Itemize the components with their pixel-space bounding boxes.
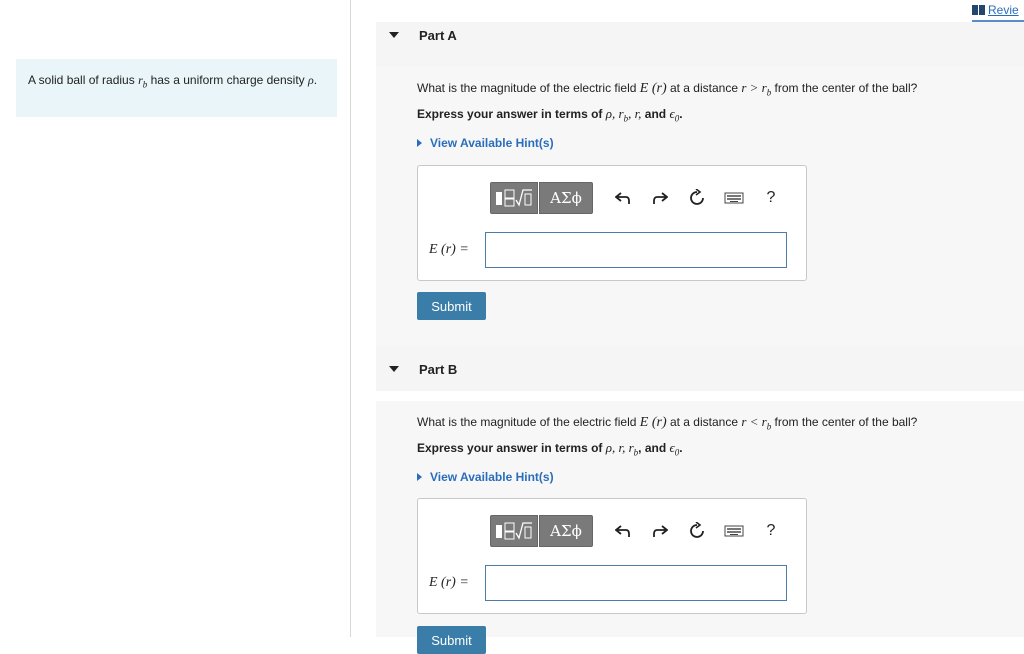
redo-icon[interactable] xyxy=(648,186,672,210)
redo-icon[interactable] xyxy=(648,519,672,543)
templates-icon xyxy=(496,189,532,207)
part-a-collapse-icon[interactable] xyxy=(389,32,399,38)
help-icon[interactable]: ? xyxy=(759,519,783,543)
part-a-question: What is the magnitude of the electric fi… xyxy=(417,80,918,98)
reset-icon[interactable] xyxy=(685,186,709,210)
undo-icon[interactable] xyxy=(611,519,635,543)
part-b-math-toolbar: ΑΣϕ ? xyxy=(490,514,783,548)
review-link[interactable]: Revie xyxy=(972,0,1024,22)
part-a-answer-box: ΑΣϕ ? E (r) = xyxy=(417,165,807,281)
book-icon xyxy=(972,5,985,15)
part-a-input-label: E (r) = xyxy=(429,242,469,257)
part-a-submit-button[interactable]: Submit xyxy=(417,292,486,320)
part-b-hint-toggle[interactable]: View Available Hint(s) xyxy=(417,470,554,484)
part-b-question: What is the magnitude of the electric fi… xyxy=(417,414,918,432)
templates-button[interactable] xyxy=(490,515,538,547)
problem-intro: A solid ball of radius rb has a uniform … xyxy=(16,59,337,117)
help-icon[interactable]: ? xyxy=(759,186,783,210)
part-b-input-label: E (r) = xyxy=(429,575,469,590)
part-b-instructions: Express your answer in terms of ρ, r, rb… xyxy=(417,440,683,458)
part-b-submit-button[interactable]: Submit xyxy=(417,626,486,654)
part-a-answer-input[interactable] xyxy=(485,232,787,268)
caret-right-icon xyxy=(417,473,422,481)
reset-icon[interactable] xyxy=(685,519,709,543)
templates-button[interactable] xyxy=(490,182,538,214)
part-a-title: Part A xyxy=(419,28,457,43)
part-a-math-toolbar: ΑΣϕ ? xyxy=(490,181,783,215)
column-divider xyxy=(350,0,351,637)
part-a-instructions: Express your answer in terms of ρ, rb, r… xyxy=(417,106,683,124)
part-a-hint-toggle[interactable]: View Available Hint(s) xyxy=(417,136,554,150)
part-b-answer-box: ΑΣϕ ? E (r) = xyxy=(417,498,807,614)
part-a-header[interactable] xyxy=(376,22,1024,67)
part-b-header[interactable] xyxy=(376,346,1024,391)
keyboard-icon[interactable] xyxy=(722,186,746,210)
templates-icon xyxy=(496,522,532,540)
review-label: Revie xyxy=(988,3,1019,17)
part-b-title: Part B xyxy=(419,362,458,377)
greek-symbols-button[interactable]: ΑΣϕ xyxy=(539,515,593,547)
keyboard-icon[interactable] xyxy=(722,519,746,543)
caret-right-icon xyxy=(417,139,422,147)
undo-icon[interactable] xyxy=(611,186,635,210)
greek-symbols-button[interactable]: ΑΣϕ xyxy=(539,182,593,214)
part-b-answer-input[interactable] xyxy=(485,565,787,601)
part-b-collapse-icon[interactable] xyxy=(389,366,399,372)
